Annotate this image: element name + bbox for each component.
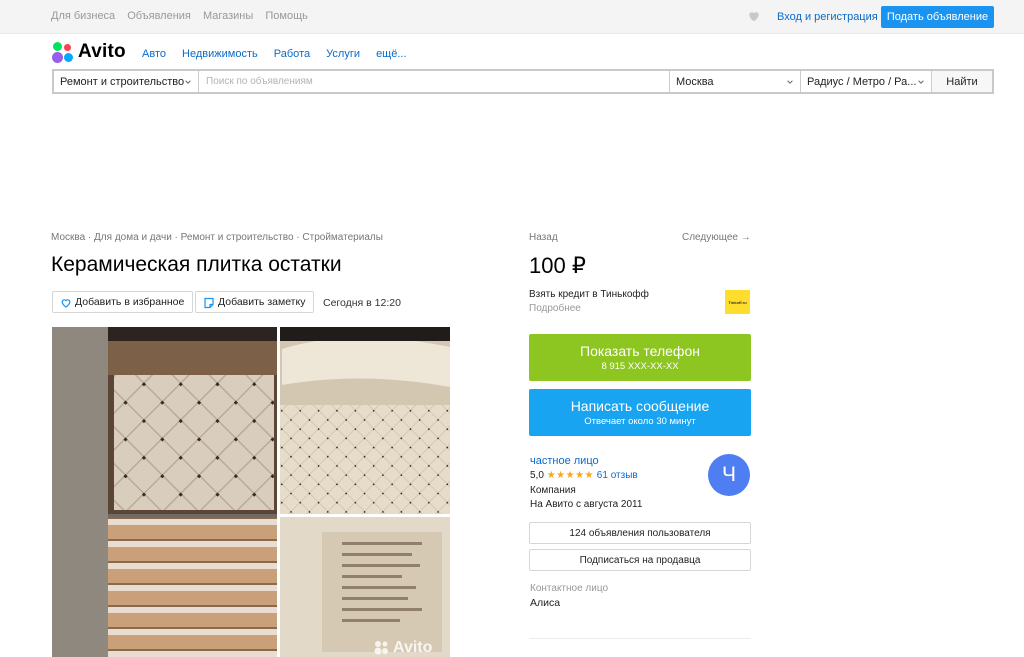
radius-select[interactable]: Радиус / Метро / Ра...: [800, 71, 931, 92]
top-link-help[interactable]: Помощь: [265, 10, 308, 22]
seller-rating: 5,0 ★★★★★ 61 отзыв: [530, 470, 638, 481]
avatar-letter: Ч: [722, 463, 736, 486]
show-phone-label: Показать телефон: [580, 343, 700, 359]
top-link-ads[interactable]: Объявления: [127, 10, 191, 22]
post-ad-button[interactable]: Подать объявление: [881, 6, 994, 28]
heart-icon[interactable]: [747, 9, 761, 23]
city-select-value: Москва: [676, 76, 714, 88]
star-icon: ★★★★★: [546, 470, 595, 481]
chevron-down-icon: [185, 80, 191, 84]
radius-select-value: Радиус / Метро / Ра...: [807, 76, 917, 88]
find-button[interactable]: Найти: [931, 71, 992, 92]
member-since: На Авито с августа 2011: [530, 499, 643, 510]
breadcrumb-item[interactable]: Для дома и дачи: [94, 232, 172, 243]
user-ads-button[interactable]: 124 объявления пользователя: [529, 522, 751, 544]
breadcrumb-item[interactable]: Ремонт и строительство: [181, 232, 294, 243]
nav-item-auto[interactable]: Авто: [142, 48, 166, 60]
listing-photo: [52, 327, 450, 657]
login-link[interactable]: Вход и регистрация: [777, 11, 878, 23]
seller-kind: Компания: [530, 485, 576, 496]
contact-name: Алиса: [530, 597, 561, 609]
publish-date: Сегодня в 12:20: [323, 297, 401, 309]
price: 100 ₽: [529, 253, 586, 278]
breadcrumb-separator: ·: [171, 232, 181, 243]
breadcrumb-separator: ·: [85, 232, 95, 243]
avito-watermark: Avito: [393, 639, 433, 656]
breadcrumb-item[interactable]: Москва: [51, 232, 85, 243]
rating-value: 5,0: [530, 470, 544, 481]
nav-item-jobs[interactable]: Работа: [274, 48, 310, 60]
divider: [529, 638, 751, 639]
breadcrumb: Москва · Для дома и дачи · Ремонт и стро…: [51, 232, 383, 243]
avito-watermark-icon: [374, 641, 388, 655]
top-link-business[interactable]: Для бизнеса: [51, 10, 115, 22]
chevron-down-icon: [787, 80, 793, 84]
response-time: Отвечает около 30 минут: [584, 416, 696, 427]
write-message-label: Написать сообщение: [570, 398, 710, 414]
back-link[interactable]: Назад: [529, 232, 558, 243]
note-icon: [204, 297, 214, 309]
top-link-shops[interactable]: Магазины: [203, 10, 253, 22]
nav-item-realty[interactable]: Недвижимость: [182, 48, 258, 60]
add-to-favorites-label: Добавить в избранное: [75, 296, 185, 308]
next-link[interactable]: Следующее →: [682, 232, 751, 243]
add-to-favorites-button[interactable]: Добавить в избранное: [52, 291, 194, 313]
category-select[interactable]: Ремонт и строительство: [54, 71, 199, 92]
chevron-down-icon: [918, 80, 924, 84]
city-select[interactable]: Москва: [669, 71, 800, 92]
subscribe-seller-button[interactable]: Подписаться на продавца: [529, 549, 751, 571]
avatar[interactable]: Ч: [708, 454, 750, 496]
add-note-button[interactable]: Добавить заметку: [195, 291, 315, 313]
phone-number-masked: 8 915 XXX-XX-XX: [601, 361, 679, 372]
credit-offer[interactable]: Взять кредит в Тинькофф: [529, 289, 649, 300]
heart-outline-icon: [61, 299, 71, 308]
search-input[interactable]: [199, 71, 669, 92]
logo-text: Avito: [78, 41, 126, 62]
nav-item-services[interactable]: Услуги: [326, 48, 360, 60]
write-message-button[interactable]: Написать сообщение Отвечает около 30 мин…: [529, 389, 751, 436]
tinkoff-logo[interactable]: Tinkoff.ru: [725, 290, 750, 314]
seller-type-link[interactable]: частное лицо: [530, 455, 599, 467]
logo-dots-icon: [52, 41, 74, 63]
search-bar: Ремонт и строительство Москва Радиус / М…: [52, 69, 994, 94]
credit-more-link[interactable]: Подробнее: [529, 303, 581, 314]
tinkoff-logo-text: Tinkoff.ru: [728, 299, 747, 305]
show-phone-button[interactable]: Показать телефон 8 915 XXX-XX-XX: [529, 334, 751, 381]
add-note-label: Добавить заметку: [218, 296, 306, 308]
contact-label: Контактное лицо: [530, 583, 609, 594]
breadcrumb-item[interactable]: Стройматериалы: [302, 232, 383, 243]
nav-item-more[interactable]: ещё...: [376, 48, 406, 60]
top-bar: Для бизнеса Объявления Магазины Помощь В…: [0, 0, 1024, 34]
reviews-link[interactable]: 61 отзыв: [597, 470, 638, 481]
photo-gallery[interactable]: Avito: [52, 327, 450, 657]
avito-logo[interactable]: Avito: [52, 41, 126, 63]
top-links: Для бизнеса Объявления Магазины Помощь: [51, 10, 317, 22]
category-nav: Авто Недвижимость Работа Услуги ещё...: [142, 48, 420, 60]
category-select-value: Ремонт и строительство: [60, 76, 185, 88]
page-title: Керамическая плитка остатки: [51, 253, 342, 276]
